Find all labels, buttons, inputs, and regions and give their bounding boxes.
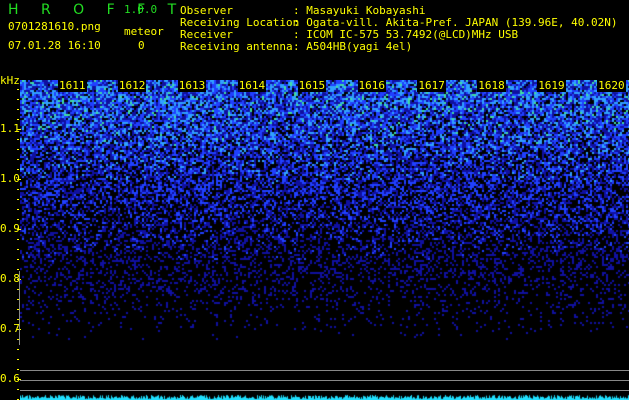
file-name: 0701281610.png — [8, 20, 101, 33]
meteor-label: meteor — [124, 25, 164, 38]
axis-tick — [17, 159, 19, 160]
axis-tick — [17, 139, 19, 140]
time-label: 1616 — [358, 80, 387, 92]
time-label: 1612 — [118, 80, 147, 92]
time-label: 1613 — [178, 80, 207, 92]
time-label: 1619 — [537, 80, 566, 92]
axis-tick — [17, 119, 19, 120]
marker-bar — [19, 271, 20, 345]
axis-tick — [17, 149, 19, 150]
axis-tick — [17, 189, 19, 190]
axis-tick — [17, 219, 19, 220]
app-version: 1.0.0 — [124, 3, 157, 16]
reference-line — [20, 370, 629, 371]
axis-tick — [17, 349, 19, 350]
axis-tick — [17, 169, 19, 170]
app-title: H R O F F T — [8, 2, 185, 18]
unit-label: kHz — [0, 74, 20, 87]
time-label: 1620 — [597, 80, 626, 92]
axis-tick — [17, 369, 19, 370]
axis-tick — [17, 99, 19, 100]
axis-tick — [17, 359, 19, 360]
axis-tick — [17, 129, 21, 130]
axis-tick — [17, 229, 21, 230]
info-key: Receiving antenna — [180, 40, 293, 53]
info-value: : A504HB(yagi 4el) — [293, 40, 412, 53]
axis-tick — [17, 249, 19, 250]
file-datetime: 07.01.28 16:10 — [8, 39, 101, 52]
axis-tick — [17, 109, 19, 110]
axis-tick — [17, 239, 19, 240]
time-label: 1614 — [238, 80, 267, 92]
time-label: 1617 — [417, 80, 446, 92]
axis-tick — [17, 89, 19, 90]
time-label: 1611 — [58, 80, 87, 92]
reference-line — [20, 380, 629, 381]
time-label: 1618 — [477, 80, 506, 92]
reference-line — [20, 390, 629, 391]
meteor-count: 0 — [138, 39, 145, 52]
axis-tick — [17, 199, 19, 200]
axis-tick — [17, 269, 19, 270]
time-label: 1615 — [298, 80, 327, 92]
axis-tick — [17, 389, 19, 390]
axis-tick — [17, 259, 19, 260]
axis-tick — [17, 179, 21, 180]
axis-tick — [17, 209, 19, 210]
spectrogram — [20, 80, 629, 400]
